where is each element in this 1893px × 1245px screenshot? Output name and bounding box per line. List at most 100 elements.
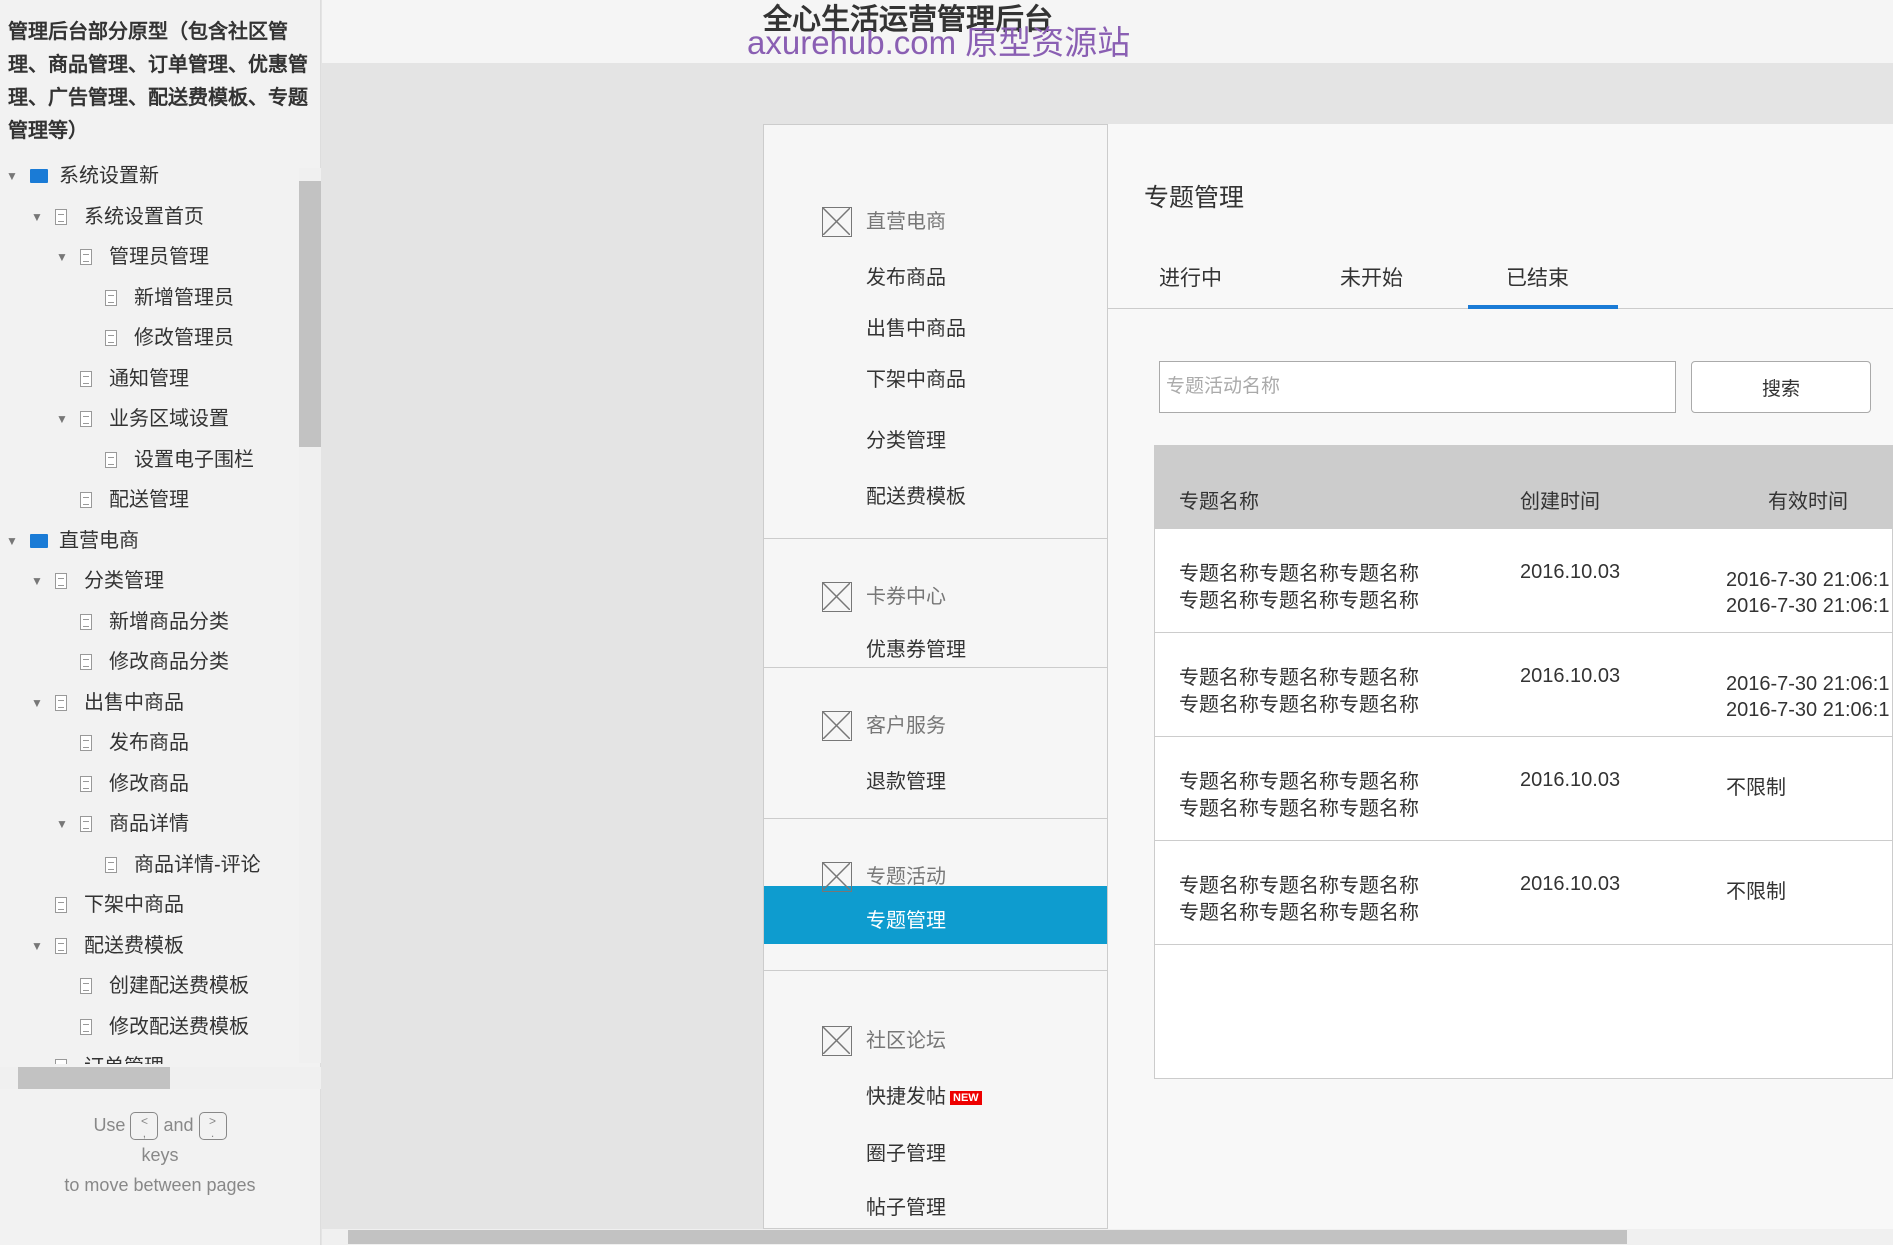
tree-item[interactable]: 修改配送费模板	[0, 1007, 299, 1047]
menu-divider	[764, 538, 1107, 539]
menu-item[interactable]: 配送费模板	[866, 480, 966, 509]
expand-arrow-icon[interactable]: ▼	[6, 521, 18, 561]
page-icon	[105, 856, 117, 873]
table-row[interactable]: 专题名称专题名称专题名称 专题名称专题名称专题名称 2016.10.03 不限制	[1155, 737, 1893, 841]
menu-item-label: 分类管理	[866, 430, 946, 452]
tree-item[interactable]: ▼ 分类管理	[0, 561, 299, 601]
topic-name-cell: 专题名称专题名称专题名称 专题名称专题名称专题名称	[1179, 561, 1419, 615]
table-row[interactable]: 专题名称专题名称专题名称 专题名称专题名称专题名称 2016.10.03 2016-7…	[1155, 529, 1893, 633]
tree-horizontal-scroll-thumb[interactable]	[18, 1067, 170, 1089]
project-title: 管理后台部分原型（包含社区管理、商品管理、订单管理、优惠管理、广告管理、配送费模…	[8, 21, 308, 142]
page-icon	[55, 573, 67, 589]
valid-time-cell: 2016-7-30 21:06:1 2016-7-30 21:06:1	[1726, 671, 1889, 723]
expand-arrow-icon[interactable]: ▼	[56, 237, 68, 277]
valid-time-cell: 2016-7-30 21:06:1 2016-7-30 21:06:1	[1726, 567, 1889, 619]
expand-arrow-icon[interactable]: ▼	[31, 561, 43, 601]
placeholder-image-icon	[822, 1026, 852, 1056]
menu-item[interactable]: 专题管理	[866, 904, 946, 933]
tree-item-label: 管理员管理	[109, 246, 209, 268]
tree-item-label: 新增商品分类	[109, 610, 229, 633]
tree-item[interactable]: ▼ 管理员管理	[0, 237, 299, 277]
page-icon	[55, 694, 67, 711]
tree-item[interactable]: 设置电子围栏	[0, 440, 299, 480]
tree-vertical-scroll-thumb[interactable]	[299, 181, 321, 447]
next-key-icon: > .	[198, 1112, 227, 1141]
topic-name-line: 专题名称专题名称专题名称	[1179, 875, 1419, 897]
tree-item[interactable]: ▼ 订单管理	[0, 1047, 299, 1064]
search-button[interactable]: 搜索	[1691, 361, 1871, 413]
expand-arrow-icon[interactable]: ▼	[31, 197, 43, 237]
menu-item[interactable]: 发布商品	[866, 261, 946, 290]
menu-item[interactable]: 圈子管理	[866, 1137, 946, 1166]
table-row[interactable]: 专题名称专题名称专题名称 专题名称专题名称专题名称 2016.10.03 2016-7…	[1155, 633, 1893, 737]
placeholder-image-icon	[822, 207, 852, 237]
tree-item[interactable]: 商品详情-评论	[0, 845, 299, 885]
page-icon	[105, 289, 117, 306]
tree-item[interactable]: ▼ 出售中商品	[0, 683, 299, 723]
valid-time-cell: 不限制	[1726, 775, 1786, 801]
topic-name-line: 专题名称专题名称专题名称	[1179, 771, 1419, 793]
expand-arrow-icon[interactable]: ▼	[56, 399, 68, 439]
page-icon	[80, 978, 92, 994]
help-keys: keys	[141, 1145, 179, 1166]
topic-name-line: 专题名称专题名称专题名称	[1179, 798, 1419, 820]
tree-item[interactable]: 修改商品	[0, 764, 299, 804]
expand-arrow-icon[interactable]: ▼	[31, 1047, 43, 1064]
tree-item-label: 系统设置首页	[84, 205, 204, 228]
topic-search-input[interactable]	[1159, 361, 1676, 413]
menu-item[interactable]: 分类管理	[866, 424, 946, 453]
tree-item[interactable]: 创建配送费模板	[0, 966, 299, 1006]
page-icon	[80, 370, 92, 387]
folder-icon	[30, 533, 48, 548]
menu-item[interactable]: 优惠券管理	[866, 633, 966, 662]
topic-name-line: 专题名称专题名称专题名称	[1179, 694, 1419, 716]
expand-arrow-icon[interactable]: ▼	[6, 156, 18, 196]
tree-item-label: 新增管理员	[134, 286, 234, 309]
menu-item-label: 圈子管理	[866, 1143, 946, 1165]
topic-name-line: 专题名称专题名称专题名称	[1179, 902, 1419, 924]
menu-item[interactable]: 下架中商品	[866, 363, 966, 392]
placeholder-image-icon	[822, 582, 852, 612]
tree-item[interactable]: ▼ 业务区域设置	[0, 399, 299, 439]
folder-icon	[30, 169, 48, 183]
tree-item-label: 创建配送费模板	[109, 975, 249, 997]
tree-item[interactable]: ▼ 系统设置首页	[0, 197, 299, 237]
main-horizontal-scroll-thumb[interactable]	[348, 1230, 1627, 1244]
new-badge: NEW	[950, 1090, 982, 1105]
tab-not-started[interactable]: 未开始	[1340, 262, 1403, 292]
menu-item[interactable]: 退款管理	[866, 765, 946, 794]
page-icon	[80, 249, 92, 265]
menu-item[interactable]: 快捷发帖 NEW	[866, 1080, 982, 1109]
tree-item-label: 设置电子围栏	[134, 448, 254, 471]
tree-item[interactable]: 配送管理	[0, 480, 299, 520]
menu-group-label: 卡券中心	[866, 586, 946, 608]
expand-arrow-icon[interactable]: ▼	[31, 683, 43, 723]
tree-item[interactable]: 新增商品分类	[0, 602, 299, 642]
tree-item[interactable]: ▼ 商品详情	[0, 804, 299, 844]
expand-arrow-icon[interactable]: ▼	[56, 804, 68, 844]
expand-arrow-icon[interactable]: ▼	[31, 926, 43, 966]
tree-item[interactable]: 修改管理员	[0, 318, 299, 358]
tree-item[interactable]: 通知管理	[0, 359, 299, 399]
tree-item[interactable]: 新增管理员	[0, 278, 299, 318]
page-icon	[80, 816, 92, 832]
header-created-time: 创建时间	[1520, 491, 1600, 513]
tree-item-label: 直营电商	[59, 529, 139, 552]
tree-item[interactable]: 下架中商品	[0, 885, 299, 925]
valid-time-line: 不限制	[1726, 881, 1786, 903]
menu-item[interactable]: 出售中商品	[866, 312, 966, 341]
menu-item[interactable]: 帖子管理	[866, 1191, 946, 1220]
table-row[interactable]: 专题名称专题名称专题名称 专题名称专题名称专题名称 2016.10.03 不限制	[1155, 841, 1893, 945]
tree-item-label: 订单管理	[84, 1047, 164, 1064]
tab-ended[interactable]: 已结束	[1506, 262, 1569, 292]
menu-item-label: 发布商品	[866, 267, 946, 289]
tab-ongoing[interactable]: 进行中	[1159, 262, 1222, 292]
help-and: and	[163, 1115, 194, 1135]
tree-item[interactable]: ▼ 系统设置新	[0, 156, 299, 196]
tree-item[interactable]: 修改商品分类	[0, 642, 299, 682]
tree-item-label: 修改管理员	[134, 327, 234, 349]
tree-item[interactable]: ▼ 直营电商	[0, 521, 299, 561]
tree-item[interactable]: ▼ 配送费模板	[0, 926, 299, 966]
side-menu: 直营电商 发布商品 出售中商品 下架中商品 分类管理 配送费模板 卡券中心 优惠券管理 客户服务…	[763, 124, 1108, 1229]
tree-item[interactable]: 发布商品	[0, 723, 299, 763]
